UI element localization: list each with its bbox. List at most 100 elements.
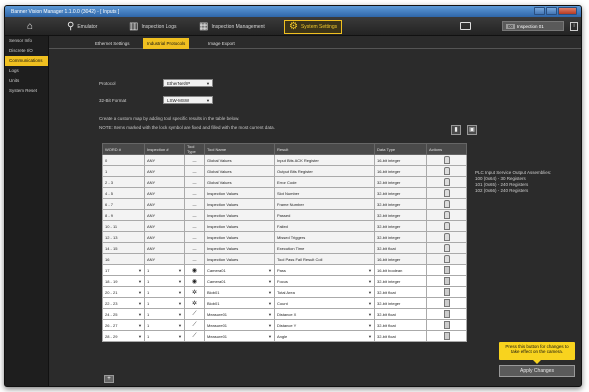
nav-inspection-logs[interactable]: ▥ Inspection Logs [125, 20, 180, 34]
trash-icon[interactable] [443, 332, 450, 340]
apply-changes-button[interactable]: Apply Changes [499, 365, 575, 377]
nav-inspection-management[interactable]: ▦ Inspection Management [195, 20, 269, 34]
inspection-cell-text: ANY [147, 234, 156, 240]
word-cell[interactable]: 18 - 19 ▼ [102, 275, 145, 287]
trash-icon[interactable] [443, 277, 450, 285]
result-cell: Slot Number [274, 187, 375, 199]
data-type-cell: 16-bit integer [374, 253, 427, 265]
sidebar-item-system-reset[interactable]: System Reset [5, 86, 48, 96]
actions-cell [426, 209, 467, 221]
nav-emulator[interactable]: ⚲ Emulator [63, 20, 101, 34]
chevron-down-icon: ▼ [268, 279, 272, 284]
tool-type-text: — [192, 168, 197, 174]
tool-name-cell[interactable]: Measure01 ▼ [204, 319, 275, 331]
assembly-note: PLC Input Service Output Assemblies: 100… [475, 170, 575, 194]
result-cell: Frame Number [274, 198, 375, 210]
inspection-cell[interactable]: 1 ▼ [144, 308, 185, 320]
word-cell[interactable]: 26 - 27 ▼ [102, 319, 145, 331]
result-cell[interactable]: Total Area ▼ [274, 286, 375, 298]
result-cell[interactable]: Angle ▼ [274, 330, 375, 342]
inspection-cell[interactable]: 1 ▼ [144, 264, 185, 276]
tab-industrial-protocols[interactable]: Industrial Protocols [143, 38, 190, 49]
app-window: Banner Vision Manager 1.1.0.0 (3042) - [… [4, 5, 582, 387]
word-cell[interactable]: 28 - 29 ▼ [102, 330, 145, 342]
inspection-cell-text: 1 [147, 333, 150, 339]
result-cell[interactable]: Focus ▼ [274, 275, 375, 287]
tool-name-cell[interactable]: Blob01 ▼ [204, 286, 275, 298]
word-cell-text: 1 [105, 168, 108, 174]
data-type-cell-text: 32-bit integer [377, 190, 401, 196]
monitor-icon[interactable] [460, 22, 471, 30]
sidebar-item-discrete-io[interactable]: Discrete I/O [5, 46, 48, 56]
result-cell-text: Passed [277, 212, 291, 218]
word-cell[interactable]: 22 - 23 ▼ [102, 297, 145, 309]
minimize-button[interactable] [534, 7, 545, 15]
sidebar-item-logs[interactable]: Logs [5, 66, 48, 76]
table-row: 14 - 15 ANY — Inspection Values Execution Ti… [102, 242, 467, 254]
tool-name-cell[interactable]: Measure01 ▼ [204, 330, 275, 342]
tab-ethernet-settings[interactable]: Ethernet Settings [91, 38, 134, 49]
info-icon[interactable]: i [570, 22, 578, 31]
lock-icon [443, 189, 450, 197]
inspection-select[interactable]: 00 Inspection 01 [502, 21, 564, 31]
trash-icon[interactable] [443, 299, 450, 307]
inspection-cell[interactable]: 1 ▼ [144, 286, 185, 298]
tool-type-text: — [192, 245, 197, 251]
camera-tool-icon: ◉ [191, 278, 198, 285]
tab-image-export[interactable]: Image Export [204, 38, 239, 49]
inspection-cell[interactable]: 1 ▼ [144, 275, 185, 287]
word-cell[interactable]: 24 - 25 ▼ [102, 308, 145, 320]
close-button[interactable] [558, 7, 577, 15]
tool-name-cell[interactable]: Blob01 ▼ [204, 297, 275, 309]
inspection-cell[interactable]: 1 ▼ [144, 297, 185, 309]
tool-name-cell[interactable]: Measure01 ▼ [204, 308, 275, 320]
tool-name-cell: Global Values [204, 165, 275, 177]
trash-icon[interactable] [443, 266, 450, 274]
word-cell[interactable]: 17 ▼ [102, 264, 145, 276]
trash-icon[interactable] [443, 321, 450, 329]
sidebar-item-communications[interactable]: Communications [5, 56, 48, 66]
sidebar-item-units[interactable]: Units [5, 76, 48, 86]
tool-name-cell: Inspection Values [204, 231, 275, 243]
data-type-cell-text: 16-bit integer [377, 256, 401, 262]
trash-icon[interactable] [443, 288, 450, 296]
result-cell[interactable]: Count ▼ [274, 297, 375, 309]
result-cell[interactable]: Distance Y ▼ [274, 319, 375, 331]
data-type-cell-text: 32-bit integer [377, 212, 401, 218]
format-select[interactable]: LSW-MSW ▼ [163, 96, 213, 104]
inspection-cell-text: ANY [147, 168, 156, 174]
tool-name-cell-text: Global Values [207, 168, 232, 174]
trash-icon[interactable]: ▮ [451, 125, 461, 135]
maximize-button[interactable] [546, 7, 557, 15]
inspection-cell: ANY [144, 154, 185, 166]
tool-name-cell[interactable]: Camera01 ▼ [204, 275, 275, 287]
chevron-down-icon: ▼ [138, 301, 142, 306]
table-body: 0 ANY — Global Values Input Bits ACK Registe… [102, 154, 467, 342]
inspection-cell[interactable]: 1 ▼ [144, 319, 185, 331]
word-cell[interactable]: 20 - 21 ▼ [102, 286, 145, 298]
inspection-cell-text: ANY [147, 201, 156, 207]
result-cell[interactable]: Pass ▼ [274, 264, 375, 276]
bars-icon: ▥ [129, 21, 139, 32]
nav-home[interactable]: ⌂ [23, 20, 37, 34]
tool-type-cell: ✲ [184, 297, 205, 309]
save-icon[interactable]: ▣ [467, 125, 477, 135]
result-cell-text: Slot Number [277, 190, 300, 196]
inspection-cell-text: 1 [147, 267, 150, 273]
protocol-select[interactable]: EtherNet/IP ▼ [163, 79, 213, 87]
table-header-row: WORD # Inspection # Tool Type Tool Name … [102, 143, 467, 155]
chevron-down-icon: ▼ [268, 290, 272, 295]
sidebar-item-sensor-info[interactable]: Sensor Info [5, 36, 48, 46]
chevron-down-icon: ▼ [268, 301, 272, 306]
result-cell[interactable]: Distance X ▼ [274, 308, 375, 320]
tool-name-cell[interactable]: Camera01 ▼ [204, 264, 275, 276]
trash-icon[interactable] [443, 310, 450, 318]
add-row-button[interactable]: + [104, 375, 114, 383]
title-bar: Banner Vision Manager 1.1.0.0 (3042) - [… [5, 6, 581, 17]
inspection-cell-text: 1 [147, 300, 150, 306]
tool-type-text: — [192, 234, 197, 240]
nav-system-settings[interactable]: ⚙ System Settings [284, 20, 343, 34]
description-line-1: Create a custom map by adding tool speci… [99, 116, 240, 121]
inspection-cell[interactable]: 1 ▼ [144, 330, 185, 342]
data-type-cell: 32-bit integer [374, 176, 427, 188]
